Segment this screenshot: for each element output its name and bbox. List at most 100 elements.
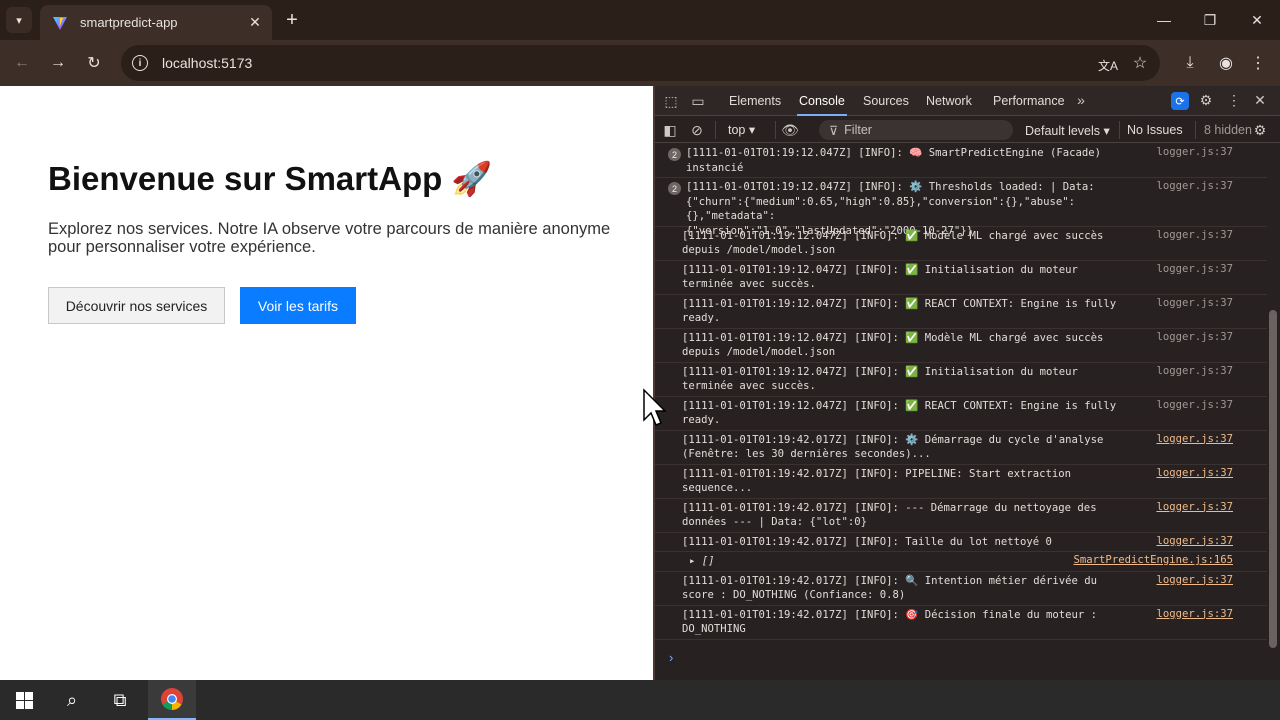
ai-assistance-icon[interactable]: ⟳ — [1171, 92, 1189, 110]
site-info-icon[interactable]: i — [132, 55, 148, 71]
console-log-row: [1111-01-01T01:19:12.047Z] [INFO]: ✅ REA… — [655, 295, 1267, 329]
bookmark-star-icon[interactable]: ☆ — [1127, 50, 1153, 76]
log-message: [1111-01-01T01:19:12.047Z] [INFO]: ✅ REA… — [682, 297, 1117, 325]
log-levels-select[interactable]: Default levels ▾ — [1025, 123, 1110, 138]
console-filter-input[interactable]: ⊽ Filter — [819, 120, 1013, 140]
more-tabs-chevron-icon[interactable]: » — [1073, 92, 1089, 108]
download-icon[interactable]: ⤓ — [1177, 50, 1203, 76]
tab-title: smartpredict-app — [80, 15, 178, 30]
log-source-link[interactable]: logger.js:37 — [1156, 535, 1233, 547]
console-log-row: [1111-01-01T01:19:42.017Z] [INFO]: Taill… — [655, 533, 1267, 552]
console-prompt[interactable]: › — [669, 650, 673, 665]
console-log-row: [1111-01-01T01:19:42.017Z] [INFO]: ⚙️ Dé… — [655, 431, 1267, 465]
page-intro: Explorez nos services. Notre IA observe … — [48, 220, 611, 256]
new-tab-button[interactable]: + — [281, 8, 303, 32]
console-scrollbar[interactable] — [1269, 310, 1277, 648]
filter-placeholder: Filter — [844, 123, 872, 137]
console-log-row: [1111-01-01T01:19:12.047Z] [INFO]: ✅ Mod… — [655, 329, 1267, 363]
address-bar[interactable]: i localhost:5173 — [121, 45, 1160, 81]
console-settings-gear-icon[interactable]: ⚙ — [1252, 122, 1268, 138]
tab-sources[interactable]: Sources — [863, 86, 909, 116]
log-message: [1111-01-01T01:19:12.047Z] [INFO]: ✅ Ini… — [682, 365, 1078, 393]
log-message: [1111-01-01T01:19:12.047Z] [INFO]: ✅ Ini… — [682, 263, 1078, 291]
reload-button[interactable]: ↻ — [81, 50, 107, 76]
issues-button[interactable]: No Issues — [1127, 123, 1183, 137]
log-message: [1111-01-01T01:19:42.017Z] [INFO]: --- D… — [682, 501, 1097, 529]
console-log-row: [1111-01-01T01:19:42.017Z] [INFO]: 🔍 Int… — [655, 572, 1267, 606]
repeat-count-badge: 2 — [668, 182, 681, 195]
tab-elements[interactable]: Elements — [729, 86, 781, 116]
log-levels-value: Default levels — [1025, 124, 1101, 138]
devtools-tabbar: ⬚ ▭ Elements Console Sources Network Per… — [655, 86, 1280, 116]
log-source-link[interactable]: logger.js:37 — [1156, 501, 1233, 513]
minimize-button[interactable]: — — [1141, 0, 1187, 40]
context-select[interactable]: top ▾ — [728, 122, 755, 137]
log-source-link[interactable]: logger.js:37 — [1156, 331, 1233, 343]
close-devtools-icon[interactable]: ✕ — [1252, 92, 1268, 108]
tab-performance[interactable]: Performance — [993, 86, 1065, 116]
task-view-icon[interactable]: ⧉ — [96, 680, 144, 720]
console-log-row: [1111-01-01T01:19:12.047Z] [INFO]: ✅ REA… — [655, 397, 1267, 431]
console-log-row: ▸ [] SmartPredictEngine.js:165 — [655, 552, 1267, 572]
tab-network[interactable]: Network — [926, 86, 972, 116]
console-log-row: [1111-01-01T01:19:42.017Z] [INFO]: 🎯 Déc… — [655, 606, 1267, 640]
live-expression-eye-icon[interactable]: 👁 — [779, 122, 801, 138]
page-title: Bienvenue sur SmartApp 🚀 — [48, 160, 493, 197]
log-message: [1111-01-01T01:19:12.047Z] [INFO]: ✅ Mod… — [682, 331, 1104, 359]
chrome-taskbar-icon[interactable] — [148, 680, 196, 720]
view-pricing-button[interactable]: Voir les tarifs — [240, 287, 356, 324]
inspect-element-icon[interactable]: ⬚ — [663, 93, 679, 109]
console-log-row: [1111-01-01T01:19:12.047Z] [INFO]: ✅ Mod… — [655, 227, 1267, 261]
device-toolbar-icon[interactable]: ▭ — [690, 93, 706, 109]
url-text: localhost:5173 — [162, 55, 253, 71]
console-log-row: [1111-01-01T01:19:42.017Z] [INFO]: --- D… — [655, 499, 1267, 533]
log-message: [1111-01-01T01:19:12.047Z] [INFO]: ✅ Mod… — [682, 229, 1104, 257]
browser-toolbar: ← → ↻ i localhost:5173 文A ☆ ⤓ ◉ ⋮ — [0, 40, 1280, 86]
console-log-row: 2 [1111-01-01T01:19:12.047Z] [INFO]: ⚙️ T… — [655, 178, 1267, 237]
log-source-link[interactable]: logger.js:37 — [1156, 433, 1233, 445]
profile-icon[interactable]: ◉ — [1213, 50, 1239, 76]
log-source-link[interactable]: logger.js:37 — [1156, 229, 1233, 241]
close-tab-icon[interactable]: ✕ — [244, 12, 266, 34]
log-source-link[interactable]: logger.js:37 — [1156, 297, 1233, 309]
context-value: top — [728, 123, 746, 137]
translate-icon[interactable]: 文A — [1095, 52, 1121, 78]
search-icon[interactable]: ⌕ — [48, 680, 96, 720]
restore-button[interactable]: ❐ — [1187, 0, 1233, 40]
log-source-link[interactable]: logger.js:37 — [1156, 180, 1233, 192]
mouse-cursor-icon — [643, 388, 666, 426]
forward-button[interactable]: → — [45, 50, 71, 76]
discover-services-button[interactable]: Découvrir nos services — [48, 287, 225, 324]
vite-icon — [53, 16, 67, 30]
browser-tab[interactable]: smartpredict-app ✕ — [40, 5, 272, 40]
console-toolbar: ◧ ⊘ top ▾ 👁 ⊽ Filter Default levels ▾ No… — [655, 117, 1280, 143]
log-source-link[interactable]: logger.js:37 — [1156, 574, 1233, 586]
log-message: [1111-01-01T01:19:12.047Z] [INFO]: ✅ REA… — [682, 399, 1117, 427]
start-windows-icon[interactable] — [0, 680, 48, 720]
tab-console[interactable]: Console — [797, 86, 847, 116]
log-message: [1111-01-01T01:19:42.017Z] [INFO]: 🔍 Int… — [682, 574, 1098, 602]
log-source-link[interactable]: logger.js:37 — [1156, 467, 1233, 479]
menu-kebab-icon[interactable]: ⋮ — [1245, 50, 1271, 76]
console-log-row: [1111-01-01T01:19:42.017Z] [INFO]: PIPEL… — [655, 465, 1267, 499]
log-source-link[interactable]: logger.js:37 — [1156, 399, 1233, 411]
tab-search-button[interactable]: ▾ — [6, 7, 32, 33]
log-message: [1111-01-01T01:19:42.017Z] [INFO]: Taill… — [682, 535, 1052, 548]
console-output: 2 [1111-01-01T01:19:12.047Z] [INFO]: 🧠 Sm… — [655, 144, 1267, 674]
log-source-link[interactable]: logger.js:37 — [1156, 365, 1233, 377]
log-source-link[interactable]: logger.js:37 — [1156, 146, 1233, 158]
settings-gear-icon[interactable]: ⚙ — [1198, 92, 1214, 108]
log-message: [1111-01-01T01:19:42.017Z] [INFO]: ⚙️ Dé… — [682, 433, 1104, 461]
log-source-link[interactable]: logger.js:37 — [1156, 263, 1233, 275]
devtools-menu-icon[interactable]: ⋮ — [1226, 92, 1242, 108]
log-source-link[interactable]: logger.js:37 — [1156, 608, 1233, 620]
web-page: Bienvenue sur SmartApp 🚀 Explorez nos se… — [0, 86, 653, 680]
browser-titlebar: ▾ smartpredict-app ✕ + — ❐ ✕ — [0, 0, 1280, 40]
clear-console-icon[interactable]: ⊘ — [689, 122, 705, 138]
sidebar-toggle-icon[interactable]: ◧ — [662, 122, 678, 138]
close-window-button[interactable]: ✕ — [1234, 0, 1280, 40]
log-source-link[interactable]: SmartPredictEngine.js:165 — [1074, 554, 1233, 566]
back-button[interactable]: ← — [9, 50, 35, 76]
log-message: [1111-01-01T01:19:42.017Z] [INFO]: 🎯 Déc… — [682, 608, 1098, 636]
console-log-row: [1111-01-01T01:19:12.047Z] [INFO]: ✅ Ini… — [655, 261, 1267, 295]
